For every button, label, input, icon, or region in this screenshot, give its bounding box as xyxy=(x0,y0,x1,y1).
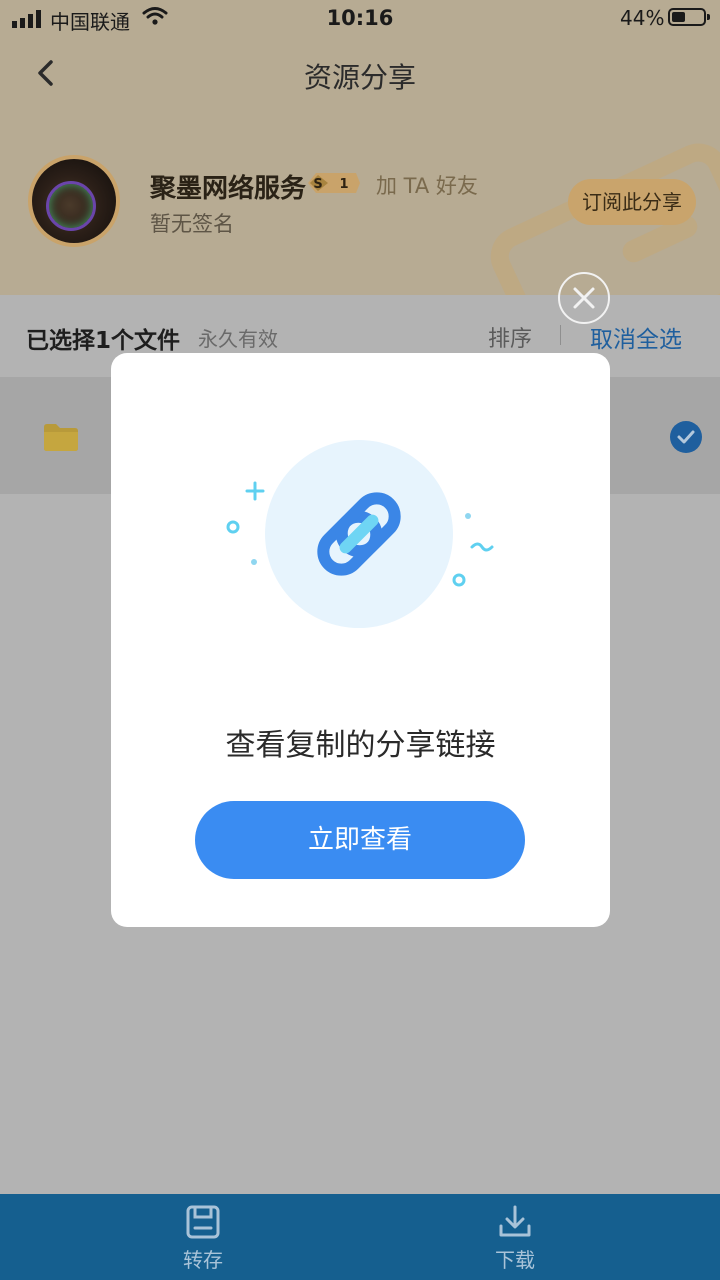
save-button[interactable]: 转存 xyxy=(143,1204,263,1273)
status-bar: 中国联通 10:16 44% xyxy=(0,0,720,40)
folder-icon xyxy=(42,422,80,452)
subscribe-button[interactable]: 订阅此分享 xyxy=(568,179,696,225)
save-icon xyxy=(186,1205,220,1239)
download-button[interactable]: 下载 xyxy=(455,1204,575,1273)
battery-icon xyxy=(668,8,710,26)
battery-percent: 44% xyxy=(620,6,665,30)
badge-level: 1 xyxy=(339,177,348,192)
avatar[interactable] xyxy=(28,155,120,247)
clock: 10:16 xyxy=(326,6,394,30)
save-label: 转存 xyxy=(183,1248,223,1272)
add-friend-link[interactable]: 加 TA 好友 xyxy=(376,170,478,200)
dialog-title: 查看复制的分享链接 xyxy=(225,728,496,763)
bottom-action-bar xyxy=(0,1194,720,1280)
view-now-button[interactable]: 立即查看 xyxy=(195,801,525,879)
validity-label: 永久有效 xyxy=(198,327,278,351)
modal-close-button[interactable] xyxy=(558,272,610,324)
cancel-select-all-button[interactable]: 取消全选 xyxy=(590,320,682,354)
page-title: 资源分享 xyxy=(303,61,416,94)
selected-check-icon[interactable] xyxy=(670,421,702,453)
badge-letter: S xyxy=(313,177,322,192)
link-illustration xyxy=(220,430,500,640)
close-icon xyxy=(573,287,595,309)
download-label: 下载 xyxy=(495,1248,535,1272)
sort-button[interactable]: 排序 xyxy=(488,321,532,353)
download-icon xyxy=(499,1205,531,1237)
level-badge: S 1 xyxy=(306,171,362,195)
divider xyxy=(560,325,561,345)
selection-count: 已选择1个文件 xyxy=(26,328,181,354)
share-header xyxy=(0,0,720,295)
user-name[interactable]: 聚墨网络服务 xyxy=(150,168,306,205)
user-signature: 暂无签名 xyxy=(150,212,234,236)
